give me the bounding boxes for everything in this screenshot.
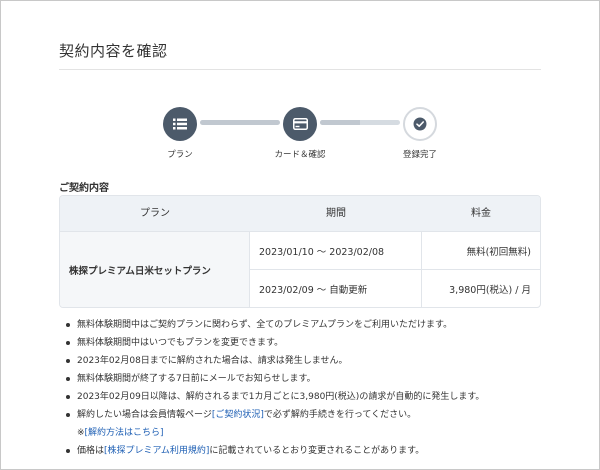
header-fee: 料金 — [471, 208, 491, 219]
header-period: 期間 — [326, 208, 346, 219]
plan-name-cell: 株探プレミアム日米セットプラン — [60, 232, 250, 307]
list-item: 無料体験期間中はいつでもプランを変更できます。 — [66, 334, 556, 352]
step-complete — [403, 107, 437, 141]
fee-cell: 3,980円(税込) / 月 — [449, 284, 531, 296]
contract-status-link[interactable]: [ご契約状況] — [212, 410, 264, 420]
bullet-icon — [66, 341, 70, 345]
list-item: 2023年02月09日以降は、解約されるまで1カ月ごとに3,980円(税込)の請… — [66, 388, 556, 406]
cancel-method-link[interactable]: [解約方法はこちら] — [85, 428, 164, 438]
note-text: 2023年02月09日以降は、解約されるまで1カ月ごとに3,980円(税込)の請… — [77, 392, 485, 402]
list-item: 無料体験期間が終了する7日前にメールでお知らせします。 — [66, 370, 556, 388]
bullet-icon — [66, 377, 70, 381]
progress-stepper: プラン カード＆確認 登録完了 — [0, 0, 600, 170]
step-connector-2 — [320, 120, 400, 125]
check-icon — [413, 117, 427, 131]
note-text: に記載されているとおり変更されることがあります。 — [209, 446, 425, 456]
step-connector-1 — [200, 120, 280, 125]
bullet-icon — [66, 359, 70, 363]
bullet-icon — [66, 323, 70, 327]
contract-section-title: ご契約内容 — [59, 183, 109, 194]
note-text: で必ず解約手続きを行ってください。 — [263, 410, 417, 420]
bullet-icon — [66, 395, 70, 399]
period-cell: 2023/01/10 〜 2023/02/08 — [250, 232, 422, 269]
step-connector-2-fill — [320, 120, 360, 125]
notes-list: 無料体験期間中はご契約プランに関わらず、全てのプレミアムプランをご利用いただけま… — [66, 316, 556, 460]
bullet-icon — [66, 449, 70, 453]
note-text: 無料体験期間中はご契約プランに関わらず、全てのプレミアムプランをご利用いただけま… — [77, 320, 453, 330]
step-plan — [163, 107, 197, 141]
list-item: 2023年02月08日までに解約された場合は、請求は発生しません。 — [66, 352, 556, 370]
terms-of-use-link[interactable]: [株探プレミアム利用規約] — [104, 446, 209, 456]
note-text: 2023年02月08日までに解約された場合は、請求は発生しません。 — [77, 356, 348, 366]
bullet-icon — [66, 413, 70, 417]
list-item: 価格は[株探プレミアム利用規約]に記載されているとおり変更されることがあります。 — [66, 442, 556, 460]
note-text: 無料体験期間中はいつでもプランを変更できます。 — [77, 338, 284, 348]
header-plan: プラン — [140, 208, 170, 219]
list-item: ※[解約方法はこちら] — [66, 424, 556, 442]
fee-cell: 無料(初回無料) — [466, 246, 531, 258]
table-row: 2023/01/10 〜 2023/02/08 無料(初回無料) — [250, 232, 540, 270]
list-item: 解約したい場合は会員情報ページ[ご契約状況]で必ず解約手続きを行ってください。 — [66, 406, 556, 424]
table-header-row: プラン 期間 料金 — [60, 196, 540, 232]
list-item: 無料体験期間中はご契約プランに関わらず、全てのプレミアムプランをご利用いただけま… — [66, 316, 556, 334]
credit-card-icon — [292, 118, 308, 130]
step-plan-label: プラン — [167, 150, 193, 160]
list-icon — [173, 118, 187, 130]
note-text: 価格は — [77, 446, 105, 456]
step-complete-label: 登録完了 — [402, 150, 438, 160]
step-card-confirm-label: カード＆確認 — [274, 150, 326, 160]
note-text: 無料体験期間が終了する7日前にメールでお知らせします。 — [77, 374, 316, 384]
step-connector-1-fill — [200, 120, 280, 125]
step-card-confirm — [283, 107, 317, 141]
period-cell: 2023/02/09 〜 自動更新 — [250, 270, 422, 307]
note-mark: ※ — [77, 428, 85, 438]
contract-table: プラン 期間 料金 株探プレミアム日米セットプラン 2023/01/10 〜 2… — [59, 195, 541, 308]
table-row: 2023/02/09 〜 自動更新 3,980円(税込) / 月 — [250, 270, 540, 307]
note-text: 解約したい場合は会員情報ページ — [77, 410, 212, 420]
